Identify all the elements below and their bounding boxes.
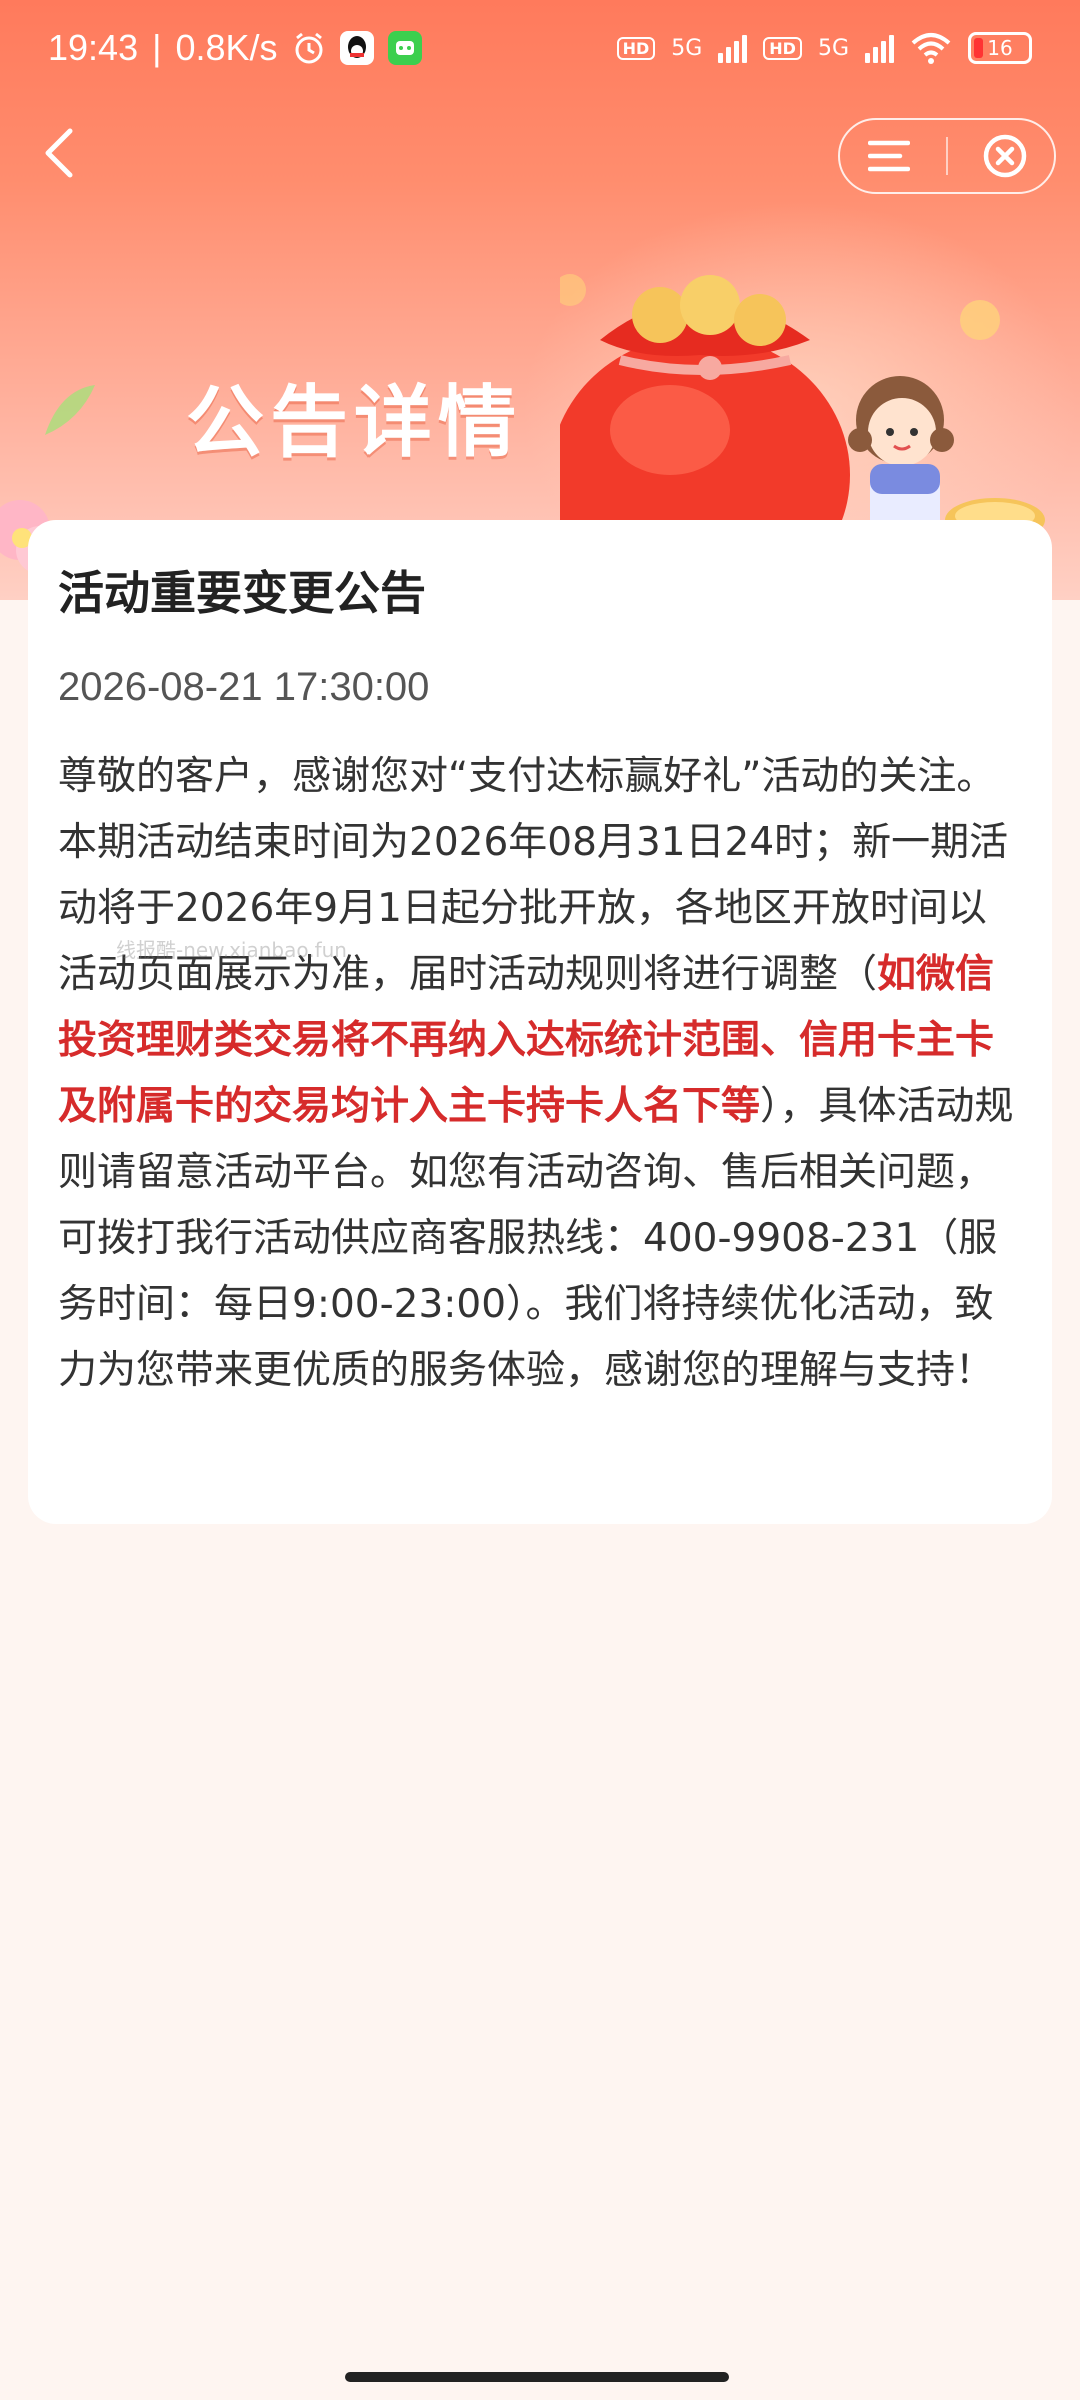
page: 公告详情 19:43 | 0.8K/s HD 5G HD 5G 16 活动重要变… [0, 0, 1080, 2400]
close-circle-icon [984, 134, 1027, 178]
battery-icon: 16 [968, 32, 1032, 64]
menu-button[interactable] [849, 126, 929, 186]
signal-bars-icon-2 [865, 33, 894, 63]
hd-badge-1: HD [616, 36, 656, 60]
status-left: 19:43 | 0.8K/s [48, 27, 422, 69]
status-separator: | [152, 27, 162, 68]
banner-title: 公告详情 [186, 378, 523, 468]
watermark: 线报酷-new.xianbao.fun [116, 938, 347, 962]
menu-icon [867, 140, 910, 172]
leaf-decoration [45, 385, 95, 435]
status-bar: 19:43 | 0.8K/s HD 5G HD 5G 16 [0, 0, 1080, 96]
signal-label-1: 5G [671, 35, 703, 61]
signal-label-2: 5G [817, 35, 849, 61]
notice-body-text-2: ），具体活动规则请留意活动平台。如您有活动咨询、售后相关问题，可拨打我行活动供应… [58, 1084, 1014, 1394]
notice-title: 活动重要变更公告 [58, 566, 426, 620]
notice-time: 2026-08-21 17:30:00 [58, 665, 430, 710]
hd-badge-2: HD [763, 36, 802, 60]
mini-program-capsule [838, 118, 1056, 194]
battery-level: 16 [987, 36, 1013, 60]
alarm-icon [295, 32, 323, 64]
notice-body: 尊敬的客户，感谢您对“支付达标赢好礼”活动的关注。本期活动结束时间为2026年0… [58, 744, 1022, 1404]
robot-app-icon [387, 31, 422, 65]
wifi-icon [911, 33, 951, 64]
close-button[interactable] [965, 126, 1045, 186]
clock: 19:43 [48, 27, 139, 68]
qq-icon [339, 31, 374, 65]
capsule-divider [945, 137, 948, 175]
signal-bars-icon-1 [718, 33, 748, 63]
notice-card: 活动重要变更公告 2026-08-21 17:30:00 尊敬的客户，感谢您对“… [28, 520, 1052, 1524]
status-right: HD 5G HD 5G 16 [616, 31, 1032, 65]
chevron-left-icon [45, 128, 73, 178]
back-button[interactable] [30, 118, 90, 188]
net-speed: 0.8K/s [175, 27, 278, 68]
home-indicator[interactable] [345, 2372, 729, 2382]
